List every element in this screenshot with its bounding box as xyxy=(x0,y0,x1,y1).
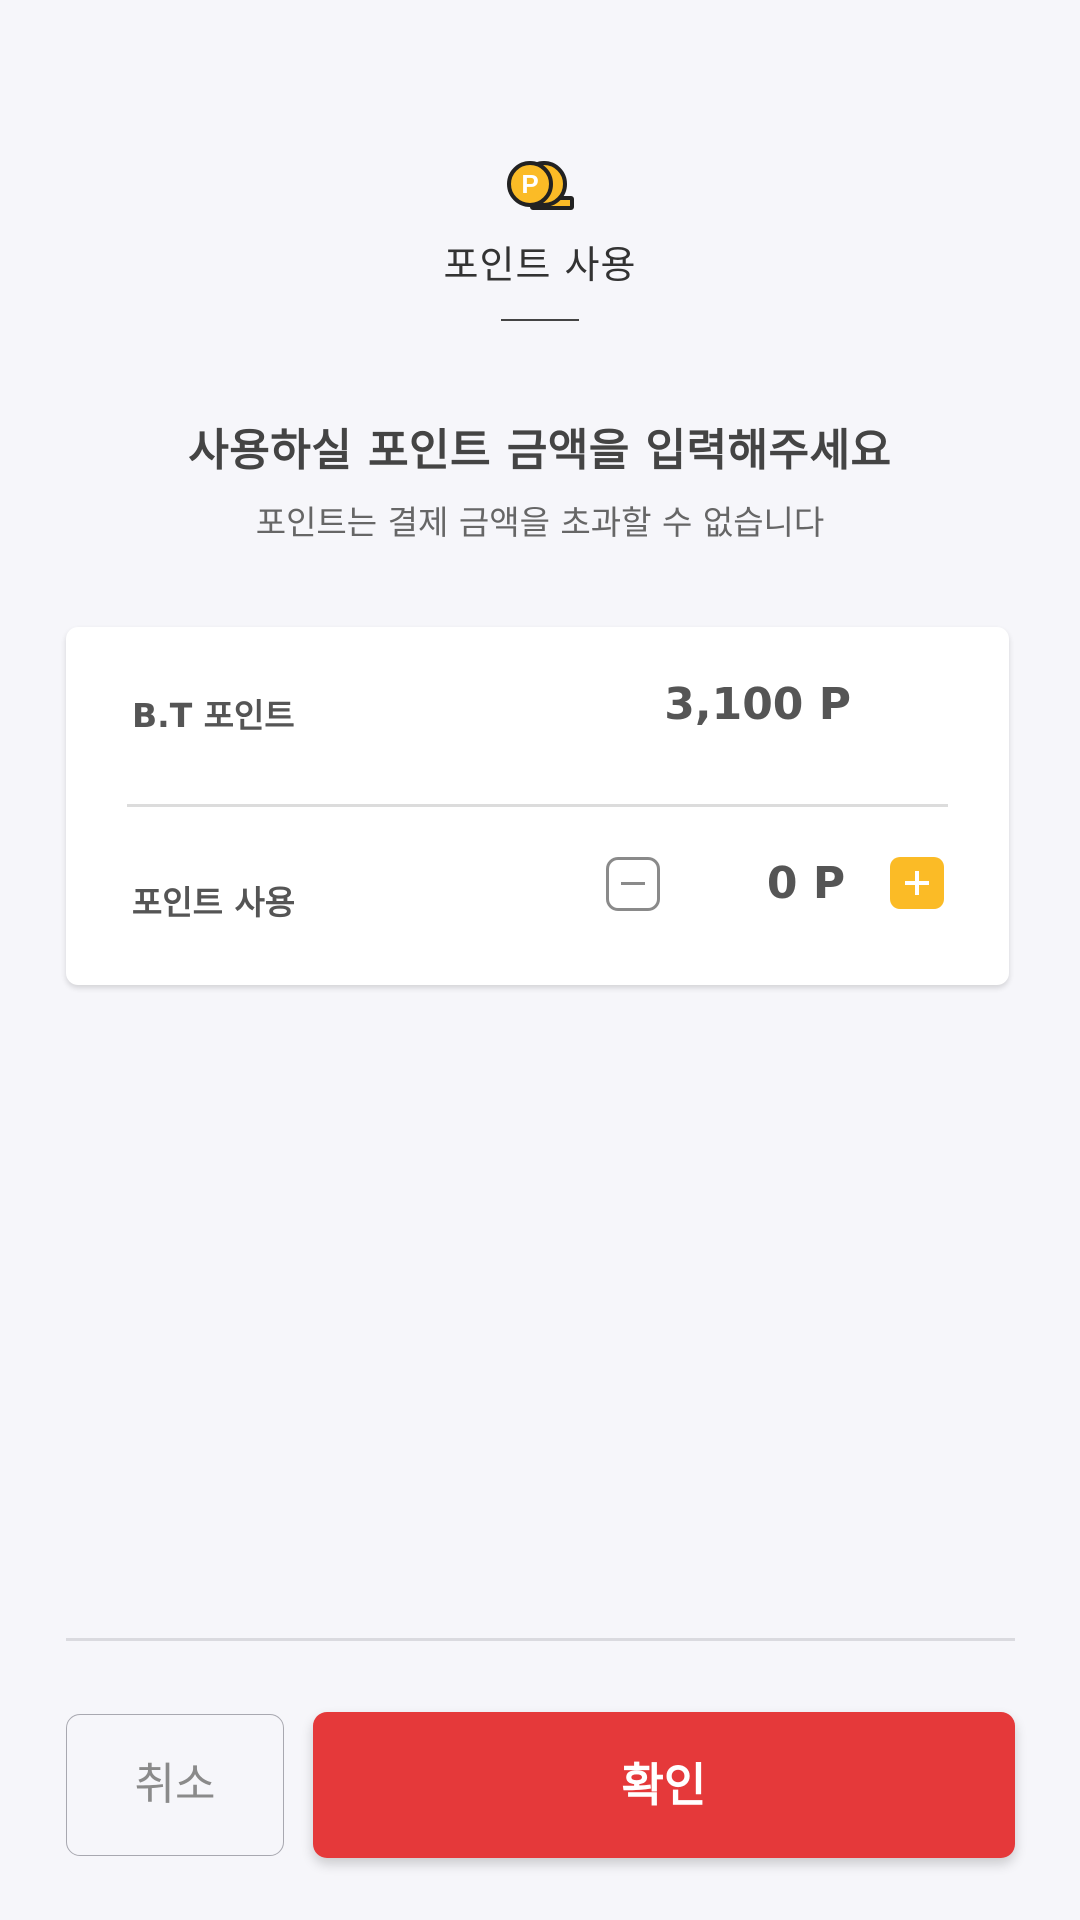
instruction-block: 사용하실 포인트 금액을 입력해주세요 포인트는 결제 금액을 초과할 수 없습… xyxy=(0,414,1080,544)
decrease-points-button[interactable] xyxy=(606,857,660,911)
increase-points-button[interactable] xyxy=(890,857,944,909)
confirm-button[interactable]: 확인 xyxy=(313,1712,1015,1858)
use-row: 포인트 사용 0 P xyxy=(66,807,1009,985)
point-coin-icon: P xyxy=(507,161,574,210)
page-title: 포인트 사용 xyxy=(443,243,637,287)
title-underline xyxy=(501,319,579,321)
balance-label: B.T 포인트 xyxy=(132,696,295,735)
use-label: 포인트 사용 xyxy=(132,883,296,922)
points-card: B.T 포인트 3,100 P 포인트 사용 0 P xyxy=(66,627,1009,985)
coin-letter: P xyxy=(521,169,538,199)
dialog-header: P 포인트 사용 xyxy=(0,160,1080,321)
balance-row: B.T 포인트 3,100 P xyxy=(66,627,1009,805)
use-points-value[interactable]: 0 P xyxy=(746,858,866,909)
footer-divider xyxy=(66,1638,1015,1641)
balance-value: 3,100 P xyxy=(664,679,851,730)
instruction-title: 사용하실 포인트 금액을 입력해주세요 xyxy=(188,425,892,476)
cancel-button[interactable]: 취소 xyxy=(66,1714,284,1856)
instruction-subtitle: 포인트는 결제 금액을 초과할 수 없습니다 xyxy=(255,503,825,542)
